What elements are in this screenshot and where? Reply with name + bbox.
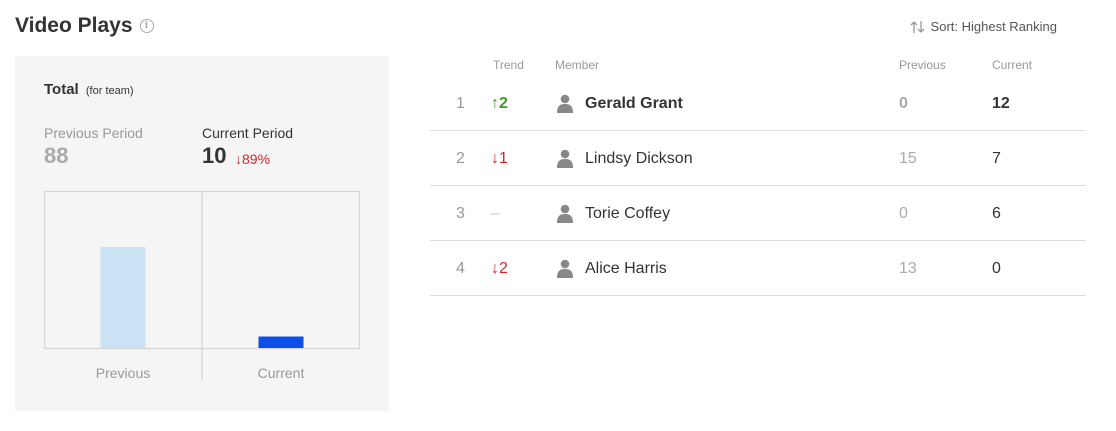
bar-chart-svg: Previous Current: [43, 190, 361, 381]
member-ranking-table: Trend Member Previous Current 1 ↑2 Gerald …: [430, 56, 1086, 296]
column-current: Current: [992, 58, 1033, 72]
previous-period-value: 88: [44, 143, 69, 168]
current-period-value: 10: [202, 143, 227, 168]
row-trend: –: [491, 205, 500, 222]
info-icon[interactable]: i: [139, 19, 154, 33]
row-current: 7: [992, 150, 1001, 167]
row-member-name[interactable]: Lindsy Dickson: [585, 150, 693, 168]
row-rank: 2: [456, 150, 465, 167]
column-previous: Previous: [899, 58, 946, 72]
row-previous: 13: [899, 260, 917, 277]
row-current: 6: [992, 205, 1001, 222]
video-plays-widget: Video Plays i Sort: Highest Ranking Tota…: [0, 0, 1116, 431]
total-label: Total: [44, 81, 79, 98]
x-tick-label: Current: [258, 365, 305, 381]
row-rank: 3: [456, 205, 465, 222]
sort-label: Sort: Highest Ranking: [930, 19, 1057, 34]
page-title: Video Plays i: [15, 14, 154, 38]
total-heading: Total (for team): [44, 81, 134, 98]
current-period-change: ↓89%: [235, 151, 271, 167]
row-trend: ↑2: [491, 95, 508, 112]
current-period-label: Current Period: [202, 125, 294, 141]
previous-period-label: Previous Period: [44, 125, 143, 141]
row-current: 0: [992, 260, 1001, 277]
user-avatar-icon: [555, 93, 575, 113]
period-bar-chart: Previous Current: [43, 190, 361, 391]
row-trend: ↓2: [491, 260, 508, 277]
table-header: Trend Member Previous Current: [430, 56, 1086, 76]
row-trend: ↓1: [491, 150, 508, 167]
row-previous: 0: [899, 95, 908, 112]
table-row[interactable]: 2 ↓1 Lindsy Dickson 15 7: [430, 131, 1086, 186]
row-member-name[interactable]: Alice Harris: [585, 260, 667, 278]
total-sub-label: (for team): [85, 85, 134, 97]
bar-current[interactable]: [258, 336, 304, 348]
user-avatar-icon: [555, 148, 575, 168]
row-rank: 1: [456, 95, 465, 112]
row-rank: 4: [456, 260, 465, 277]
row-member-name[interactable]: Torie Coffey: [585, 205, 670, 223]
table-body: 1 ↑2 Gerald Grant 0 12 2 ↓1 Lindsy Dickson 15 7 3 –…: [430, 76, 1086, 296]
title-text: Video Plays: [15, 14, 133, 37]
total-summary-card: Total (for team) Previous Period 88 Curr…: [15, 56, 389, 411]
bar-previous[interactable]: [100, 247, 146, 348]
row-previous: 0: [899, 205, 908, 222]
user-avatar-icon: [555, 203, 575, 223]
user-avatar-icon: [555, 258, 575, 278]
row-previous: 15: [899, 150, 917, 167]
row-member-name[interactable]: Gerald Grant: [585, 95, 683, 113]
sort-button[interactable]: Sort: Highest Ranking: [910, 19, 1057, 34]
sort-arrows-icon: [910, 20, 926, 34]
table-row[interactable]: 1 ↑2 Gerald Grant 0 12: [430, 76, 1086, 131]
column-member: Member: [555, 58, 600, 72]
table-row[interactable]: 3 – Torie Coffey 0 6: [430, 186, 1086, 241]
row-current: 12: [992, 95, 1010, 112]
table-row[interactable]: 4 ↓2 Alice Harris 13 0: [430, 241, 1086, 296]
x-tick-label: Previous: [96, 365, 150, 381]
column-trend: Trend: [493, 58, 524, 72]
